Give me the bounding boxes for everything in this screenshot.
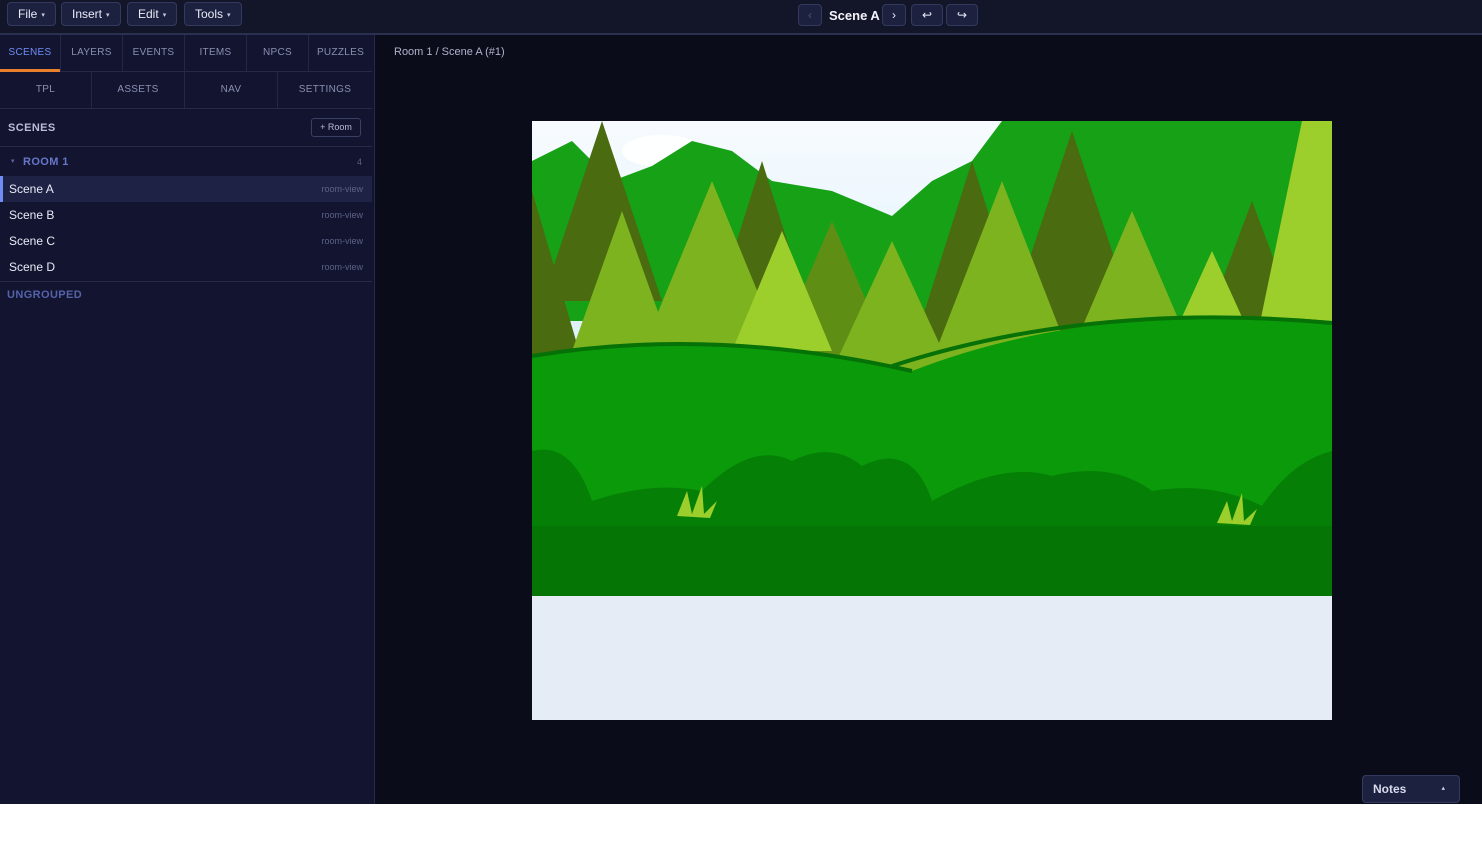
chevron-right-icon: ›	[892, 8, 896, 22]
tab-tpl[interactable]: TPL	[0, 72, 92, 108]
forest-background-image	[532, 121, 1332, 596]
ungrouped-section[interactable]: UNGROUPED	[7, 289, 82, 301]
sidebar: SCENES LAYERS EVENTS ITEMS NPCS PUZZLES …	[0, 35, 375, 804]
tab-layers[interactable]: LAYERS	[61, 35, 123, 71]
scene-list-item[interactable]: Scene C room-view	[0, 228, 372, 254]
editor-app: File ▾ Insert ▾ Edit ▾ Tools ▾ ‹ Scene A › ↩…	[0, 0, 1482, 804]
chevron-down-icon: ▾	[41, 12, 45, 19]
chevron-up-icon: ▴	[1441, 785, 1445, 792]
redo-icon: ↪	[956, 8, 968, 22]
prev-scene-button[interactable]: ‹	[798, 4, 822, 26]
primary-tabs: SCENES LAYERS EVENTS ITEMS NPCS PUZZLES	[0, 35, 372, 72]
tab-items[interactable]: ITEMS	[185, 35, 247, 71]
tab-scenes[interactable]: SCENES	[0, 35, 61, 71]
scene-list-item[interactable]: Scene D room-view	[0, 254, 372, 280]
room-scene-count: 4	[356, 157, 362, 167]
tab-events[interactable]: EVENTS	[123, 35, 185, 71]
scene-list-item[interactable]: Scene A room-view	[0, 176, 372, 202]
notes-toggle-button[interactable]: Notes ▴	[1362, 775, 1460, 803]
tools-menu-button[interactable]: Tools ▾	[184, 2, 242, 26]
tab-settings[interactable]: SETTINGS	[278, 72, 372, 108]
redo-button[interactable]: ↪	[946, 4, 978, 26]
undo-button[interactable]: ↩	[911, 4, 943, 26]
insert-menu-button[interactable]: Insert ▾	[61, 2, 121, 26]
divider	[0, 281, 372, 282]
tab-npcs[interactable]: NPCS	[247, 35, 309, 71]
file-menu-button[interactable]: File ▾	[7, 2, 56, 26]
tab-assets[interactable]: ASSETS	[92, 72, 185, 108]
edit-menu-button[interactable]: Edit ▾	[127, 2, 178, 26]
undo-icon: ↩	[921, 8, 933, 22]
room-group-title: ROOM 1	[23, 156, 69, 168]
current-scene-title: Scene A	[829, 8, 880, 23]
chevron-down-icon: ▾	[162, 12, 167, 19]
scenes-section-header: SCENES + Room	[0, 109, 372, 147]
next-scene-button[interactable]: ›	[882, 4, 906, 26]
chevron-left-icon: ‹	[808, 8, 812, 22]
tab-puzzles[interactable]: PUZZLES	[309, 35, 372, 71]
section-title: SCENES	[8, 122, 56, 134]
secondary-tabs: TPL ASSETS NAV SETTINGS	[0, 72, 372, 109]
chevron-down-icon: ▾	[227, 12, 231, 19]
room-group-header[interactable]: ▾ ROOM 1 4	[0, 152, 372, 174]
top-toolbar: File ▾ Insert ▾ Edit ▾ Tools ▾ ‹ Scene A › ↩…	[0, 0, 1482, 35]
tab-nav[interactable]: NAV	[185, 72, 278, 108]
chevron-down-icon: ▾	[11, 158, 15, 165]
scene-list-item[interactable]: Scene B room-view	[0, 202, 372, 228]
add-room-button[interactable]: + Room	[311, 118, 361, 137]
scene-canvas[interactable]	[532, 121, 1332, 720]
breadcrumb: Room 1 / Scene A (#1)	[394, 46, 505, 58]
chevron-down-icon: ▾	[106, 12, 110, 19]
